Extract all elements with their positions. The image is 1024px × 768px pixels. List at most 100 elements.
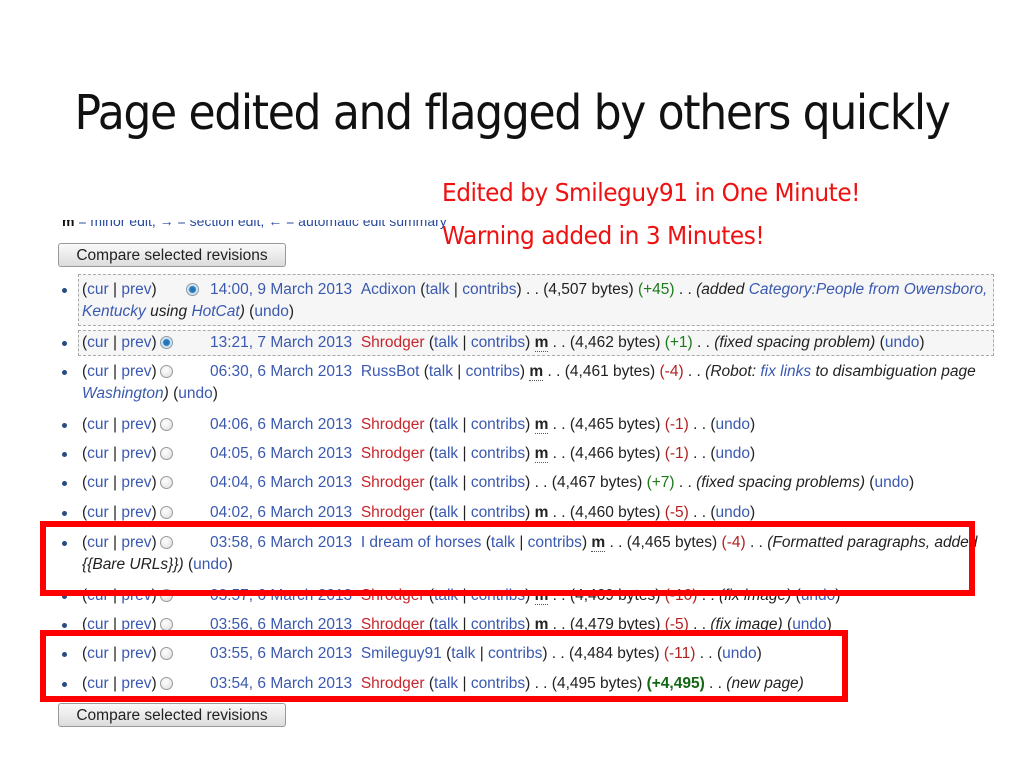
compare-selected-revisions-button-top[interactable]: Compare selected revisions — [58, 243, 286, 267]
bullet-icon — [62, 652, 67, 657]
revision-size-diff: (+1) — [664, 334, 693, 351]
talk-link[interactable]: talk — [429, 363, 453, 380]
revision-main: 03:56, 6 March 2013 Shrodger (talk | con… — [82, 614, 992, 636]
user-link[interactable]: Shrodger — [361, 334, 425, 351]
revision-size-diff: (-4) — [659, 363, 684, 380]
contribs-link[interactable]: contribs — [471, 474, 525, 491]
revision-main: 04:06, 6 March 2013 Shrodger (talk | con… — [82, 414, 992, 436]
undo-link[interactable]: undo — [254, 303, 288, 320]
user-link[interactable]: Shrodger — [361, 616, 425, 633]
undo-link[interactable]: undo — [874, 474, 908, 491]
user-link[interactable]: Shrodger — [361, 504, 425, 521]
minor-edit-marker: m — [529, 363, 544, 381]
undo-link[interactable]: undo — [801, 587, 835, 604]
revision-size: (4,460 bytes) — [569, 504, 661, 521]
revision-date-link[interactable]: 04:05, 6 March 2013 — [210, 445, 352, 462]
contribs-link[interactable]: contribs — [471, 334, 525, 351]
talk-link[interactable]: talk — [434, 587, 458, 604]
undo-link[interactable]: undo — [193, 556, 227, 573]
contribs-link[interactable]: contribs — [471, 675, 525, 692]
punctuation: . . — [552, 587, 570, 604]
punctuation: . . — [688, 504, 711, 521]
user-link[interactable]: RussBot — [361, 363, 420, 380]
contribs-link[interactable]: contribs — [466, 363, 520, 380]
revision-size: (4,461 bytes) — [564, 363, 656, 380]
punctuation: . . — [674, 281, 697, 298]
contribs-link[interactable]: contribs — [488, 645, 542, 662]
contribs-link[interactable]: contribs — [471, 416, 525, 433]
revision-size: (4,495 bytes) — [551, 675, 643, 692]
user-link[interactable]: I dream of horses — [361, 534, 482, 551]
talk-link[interactable]: talk — [491, 534, 515, 551]
revision-date-link[interactable]: 04:04, 6 March 2013 — [210, 474, 352, 491]
user-link[interactable]: Shrodger — [361, 445, 425, 462]
punctuation — [352, 281, 361, 298]
punctuation: ) — [519, 363, 530, 380]
punctuation: . . — [674, 474, 697, 491]
undo-link[interactable]: undo — [722, 645, 756, 662]
revision-size-diff: (-5) — [664, 616, 689, 633]
edit-summary-link[interactable]: HotCat — [191, 303, 239, 320]
revision-date-link[interactable]: 14:00, 9 March 2013 — [210, 281, 352, 298]
undo-link[interactable]: undo — [716, 445, 750, 462]
talk-link[interactable]: talk — [434, 504, 458, 521]
punctuation: ) — [750, 504, 756, 521]
revision-size: (4,507 bytes) — [543, 281, 634, 298]
undo-link[interactable]: undo — [178, 385, 212, 402]
talk-link[interactable]: talk — [434, 616, 458, 633]
revision-details: (talk | contribs) m . . (4,465 bytes) (-… — [425, 416, 755, 434]
revision-date-link[interactable]: 03:57, 6 March 2013 — [210, 587, 352, 604]
punctuation: . . — [692, 334, 715, 351]
revision-date-link[interactable]: 03:58, 6 March 2013 — [210, 534, 352, 551]
contribs-link[interactable]: contribs — [462, 281, 516, 298]
punctuation — [352, 334, 361, 351]
talk-link[interactable]: talk — [434, 445, 458, 462]
contribs-link[interactable]: contribs — [471, 504, 525, 521]
contribs-link[interactable]: contribs — [471, 616, 525, 633]
revision-date-link[interactable]: 03:54, 6 March 2013 — [210, 675, 352, 692]
revision-size-diff: (-4) — [721, 534, 746, 551]
revision-date-link[interactable]: 04:02, 6 March 2013 — [210, 504, 352, 521]
edit-summary-link[interactable]: fix links — [760, 363, 811, 380]
punctuation: ) — [525, 675, 535, 692]
user-link[interactable]: Shrodger — [361, 416, 425, 433]
user-link[interactable]: Acdixon — [361, 281, 416, 298]
undo-link[interactable]: undo — [716, 416, 750, 433]
punctuation: ) — [826, 616, 832, 633]
talk-link[interactable]: talk — [451, 645, 475, 662]
talk-link[interactable]: talk — [434, 416, 458, 433]
talk-link[interactable]: talk — [434, 474, 458, 491]
legend-text: = minor edit, → = section edit, ← = auto… — [74, 220, 447, 229]
user-link[interactable]: Shrodger — [361, 474, 425, 491]
punctuation: ) — [288, 303, 294, 320]
revision-date-link[interactable]: 13:21, 7 March 2013 — [210, 334, 352, 351]
talk-link[interactable]: talk — [434, 675, 458, 692]
compare-selected-revisions-button-bottom[interactable]: Compare selected revisions — [58, 703, 286, 727]
minor-edit-marker: m — [534, 445, 549, 463]
talk-link[interactable]: talk — [434, 334, 458, 351]
punctuation: . . — [534, 675, 552, 692]
revision-date-link[interactable]: 03:55, 6 March 2013 — [210, 645, 352, 662]
undo-link[interactable]: undo — [792, 616, 826, 633]
edit-summary-link[interactable]: Washington — [82, 385, 164, 402]
revision-date-link[interactable]: 04:06, 6 March 2013 — [210, 416, 352, 433]
contribs-link[interactable]: contribs — [471, 587, 525, 604]
revision-size: (4,469 bytes) — [569, 587, 661, 604]
revision-date-link[interactable]: 06:30, 6 March 2013 — [210, 363, 352, 380]
punctuation: ) — [525, 616, 535, 633]
contribs-link[interactable]: contribs — [471, 445, 525, 462]
user-link[interactable]: Shrodger — [361, 675, 425, 692]
punctuation: . . — [551, 645, 570, 662]
revision-date-link[interactable]: 03:56, 6 March 2013 — [210, 616, 352, 633]
contribs-link[interactable]: contribs — [528, 534, 582, 551]
punctuation: | — [458, 675, 471, 692]
edit-summary-text: using — [145, 303, 192, 320]
user-link[interactable]: Shrodger — [361, 587, 425, 604]
punctuation: ) — [516, 281, 526, 298]
talk-link[interactable]: talk — [425, 281, 449, 298]
undo-link[interactable]: undo — [885, 334, 919, 351]
user-link[interactable]: Smileguy91 — [361, 645, 442, 662]
punctuation: . . — [745, 534, 768, 551]
punctuation: . . — [688, 616, 711, 633]
undo-link[interactable]: undo — [716, 504, 750, 521]
